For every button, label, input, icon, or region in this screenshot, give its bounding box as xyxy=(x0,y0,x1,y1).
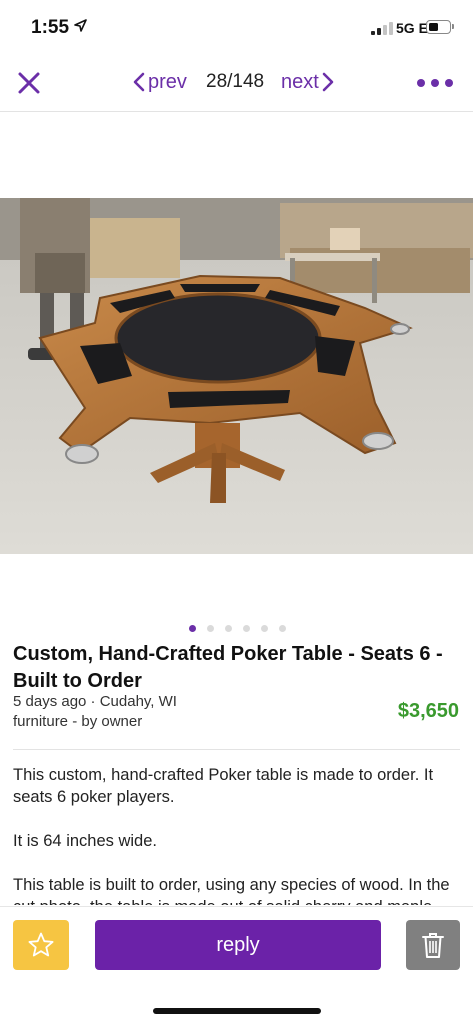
carousel-dots[interactable] xyxy=(187,625,297,633)
carousel-dot[interactable] xyxy=(279,625,286,632)
chevron-left-icon xyxy=(133,72,145,92)
next-button[interactable]: next xyxy=(281,68,334,96)
trash-icon xyxy=(422,933,444,958)
delete-button[interactable] xyxy=(406,920,460,970)
prev-label: prev xyxy=(148,70,187,93)
more-options-button[interactable] xyxy=(415,78,455,88)
listing-counter: 28/148 xyxy=(206,71,265,92)
battery-icon xyxy=(426,20,451,34)
favorite-button[interactable] xyxy=(13,920,69,970)
description-paragraph: This custom, hand-crafted Poker table is… xyxy=(13,766,434,806)
listing-title: Custom, Hand-Crafted Poker Table - Seats… xyxy=(13,643,443,692)
description-paragraph: It is 64 inches wide. xyxy=(13,832,157,850)
location-arrow-icon xyxy=(74,19,87,32)
chevron-right-icon xyxy=(322,72,334,92)
description-paragraph: This table is built to order, using any … xyxy=(13,876,450,905)
carousel-dot[interactable] xyxy=(225,625,232,632)
close-button[interactable] xyxy=(17,71,41,95)
battery-tip xyxy=(452,24,454,29)
poker-table-image xyxy=(0,198,473,554)
listing-description: This custom, hand-crafted Poker table is… xyxy=(13,764,463,905)
cellular-signal-icon xyxy=(371,21,393,35)
listing-price: $3,650 xyxy=(397,700,459,722)
prev-button[interactable]: prev xyxy=(133,68,187,96)
navbar: prev 28/148 next xyxy=(0,58,473,112)
action-bar: reply xyxy=(0,906,473,982)
home-indicator[interactable] xyxy=(153,1008,321,1014)
close-icon xyxy=(18,72,40,94)
carousel-dot[interactable] xyxy=(243,625,250,632)
listing-category: furniture - by owner xyxy=(13,713,143,730)
next-label: next xyxy=(281,70,319,93)
status-bar: 1:55 5G E xyxy=(0,0,473,58)
star-icon xyxy=(28,932,54,957)
listing-photo[interactable] xyxy=(0,198,473,554)
status-time: 1:55 xyxy=(31,17,70,38)
listing-posted: 5 days ago · Cudahy, WI xyxy=(13,693,177,710)
carousel-dot[interactable] xyxy=(261,625,268,632)
reply-button[interactable]: reply xyxy=(95,920,381,970)
carousel-dot[interactable] xyxy=(207,625,214,632)
divider xyxy=(13,749,460,750)
network-type: 5G E xyxy=(396,20,428,36)
carousel-dot[interactable] xyxy=(189,625,196,632)
